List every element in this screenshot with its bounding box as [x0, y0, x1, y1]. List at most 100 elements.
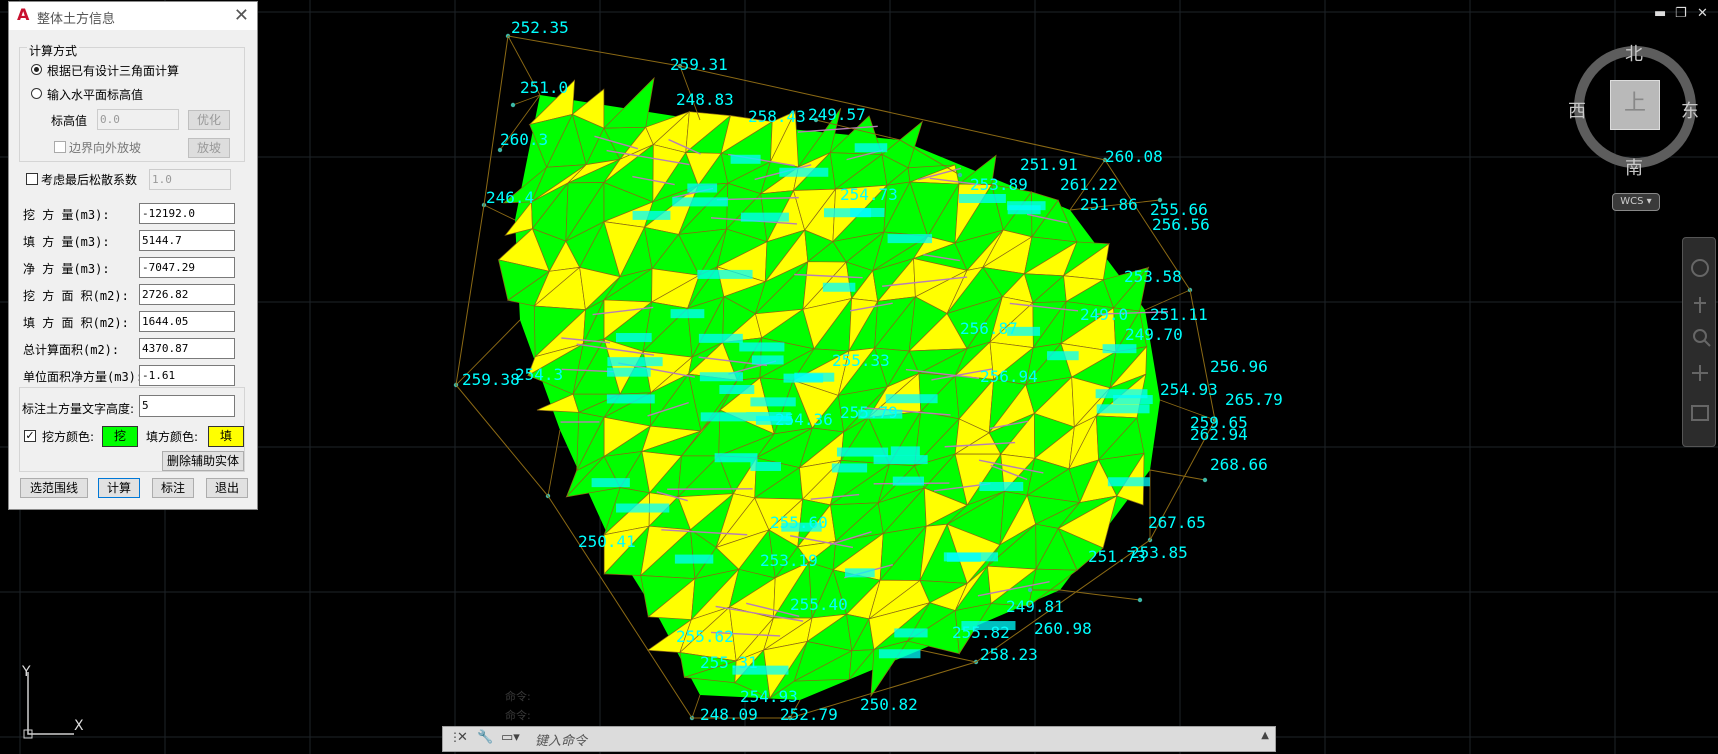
label-clutter: [878, 649, 921, 659]
result-value: -1.61: [139, 365, 235, 386]
calc-mode-label: 计算方式: [27, 42, 80, 59]
fill-color-label: 填方颜色:: [146, 430, 199, 444]
elevation-label: 248.09: [700, 705, 758, 724]
delete-aux-button[interactable]: 删除辅助实体: [162, 451, 244, 471]
elevation-label: 249.70: [1125, 325, 1183, 344]
elevation-label: 标高值: [51, 114, 88, 128]
command-prompt-icon[interactable]: ▭▾: [501, 730, 520, 745]
viewcube-top-face[interactable]: 上: [1610, 80, 1660, 130]
label-clutter: [1102, 344, 1137, 354]
elevation-label: 259.65: [1190, 413, 1248, 432]
elevation-label: 249.81: [1006, 597, 1064, 616]
label-clutter: [632, 210, 671, 220]
label-clutter: [674, 554, 714, 564]
customize-wrench-icon[interactable]: 🔧: [477, 730, 493, 745]
exit-button[interactable]: 退出: [206, 478, 248, 498]
elevation-label: 254.93: [1160, 380, 1218, 399]
result-label: 挖 方 量(m3):: [23, 208, 110, 222]
label-clutter: [751, 355, 784, 365]
elevation-label: 251.11: [1150, 305, 1208, 324]
mode-triangle-radio[interactable]: [31, 64, 42, 75]
elevation-label: 251.86: [1080, 195, 1138, 214]
label-clutter: [781, 522, 822, 532]
survey-point: [957, 172, 963, 178]
label-clutter: [1007, 326, 1041, 336]
cut-color-button[interactable]: 挖: [102, 426, 138, 447]
label-clutter: [890, 446, 920, 456]
command-input[interactable]: 键入命令: [535, 730, 587, 749]
command-line[interactable]: ⋮ ✕ 🔧 ▭▾ 键入命令 ▲: [442, 726, 1276, 752]
command-history-line: 命令:: [505, 709, 531, 722]
survey-point: [510, 102, 516, 108]
survey-point: [1137, 597, 1143, 603]
ucs-x-label: X: [74, 718, 84, 734]
boundary-edge: [547, 429, 561, 497]
label-clutter: [698, 333, 743, 343]
label-clutter: [943, 552, 998, 562]
boundary-edge: [1149, 469, 1206, 481]
elevation-input[interactable]: 0.0: [97, 109, 179, 130]
mode-plane-label[interactable]: 输入水平面标高值: [47, 86, 143, 103]
elevation-label: 251.0: [520, 78, 568, 97]
label-clutter: [779, 167, 829, 177]
dialog-close-icon[interactable]: ✕: [234, 5, 249, 26]
earthwork-dialog: A 整体土方信息 ✕ 计算方式 根据已有设计三角面计算 输入水平面标高值 标高值…: [8, 1, 258, 510]
slope-button[interactable]: 放坡: [188, 138, 230, 158]
elevation-label: 253.89: [970, 175, 1028, 194]
minimize-icon[interactable]: ▬: [1654, 6, 1666, 21]
annotate-button[interactable]: 标注: [152, 478, 194, 498]
label-clutter: [854, 143, 888, 153]
elevation-label: 254.93: [740, 687, 798, 706]
loose-factor-checkbox[interactable]: [26, 173, 38, 185]
loose-factor-input[interactable]: 1.0: [149, 169, 231, 190]
elevation-label: 261.22: [1060, 175, 1118, 194]
elevation-label: 251.73: [1088, 547, 1146, 566]
viewcube-east[interactable]: 东: [1681, 97, 1699, 123]
viewcube-north[interactable]: 北: [1625, 40, 1643, 66]
command-history-line: 命令:: [505, 690, 531, 703]
elevation-label: 255.40: [790, 595, 848, 614]
label-clutter: [1096, 404, 1150, 414]
mode-plane-radio[interactable]: [31, 88, 42, 99]
text-height-input[interactable]: 5: [139, 395, 235, 417]
command-history-toggle-icon[interactable]: ▲: [1261, 730, 1269, 741]
label-clutter: [740, 212, 789, 222]
label-clutter: [822, 282, 856, 292]
select-boundary-button[interactable]: 选范围线: [20, 478, 88, 498]
boundary-edge: [483, 204, 516, 221]
elevation-label: 259.31: [670, 55, 728, 74]
result-value: -12192.0: [139, 203, 235, 224]
elevation-label: 260.98: [1034, 619, 1092, 638]
fill-color-button[interactable]: 填: [208, 426, 244, 447]
close-window-icon[interactable]: ✕: [1697, 6, 1708, 21]
result-value: 2726.82: [139, 284, 235, 305]
slope-boundary-checkbox[interactable]: [54, 141, 66, 153]
label-clutter: [615, 333, 652, 343]
show-color-checkbox[interactable]: ✓: [24, 430, 36, 442]
survey-point: [1202, 477, 1208, 483]
elevation-label: 267.65: [1148, 513, 1206, 532]
label-clutter: [739, 342, 785, 352]
calculate-button[interactable]: 计算: [98, 478, 140, 498]
viewcube-west[interactable]: 西: [1568, 97, 1586, 123]
label-clutter: [687, 183, 718, 193]
result-label: 填 方 面 积(m2):: [23, 316, 129, 330]
elevation-label: 265.79: [1225, 390, 1283, 409]
label-clutter: [755, 415, 792, 425]
wcs-menu[interactable]: WCS ▾: [1612, 193, 1660, 211]
elevation-label: 256.96: [1210, 357, 1268, 376]
navigation-bar[interactable]: [1682, 237, 1716, 447]
viewcube-south[interactable]: 南: [1625, 154, 1643, 180]
restore-icon[interactable]: ❐: [1675, 6, 1687, 21]
optimize-button[interactable]: 优化: [188, 110, 230, 130]
elevation-label: 248.83: [676, 90, 734, 109]
elevation-label: 249.0: [1080, 305, 1128, 324]
label-clutter: [892, 476, 925, 486]
elevation-label: 256.56: [1152, 215, 1210, 234]
navbar-icons: [1691, 259, 1711, 421]
elevation-label: 251.91: [1020, 155, 1078, 174]
label-clutter: [750, 461, 781, 471]
label-clutter: [844, 568, 875, 578]
mode-triangle-label[interactable]: 根据已有设计三角面计算: [47, 62, 179, 79]
close-command-icon[interactable]: ✕: [457, 730, 468, 745]
